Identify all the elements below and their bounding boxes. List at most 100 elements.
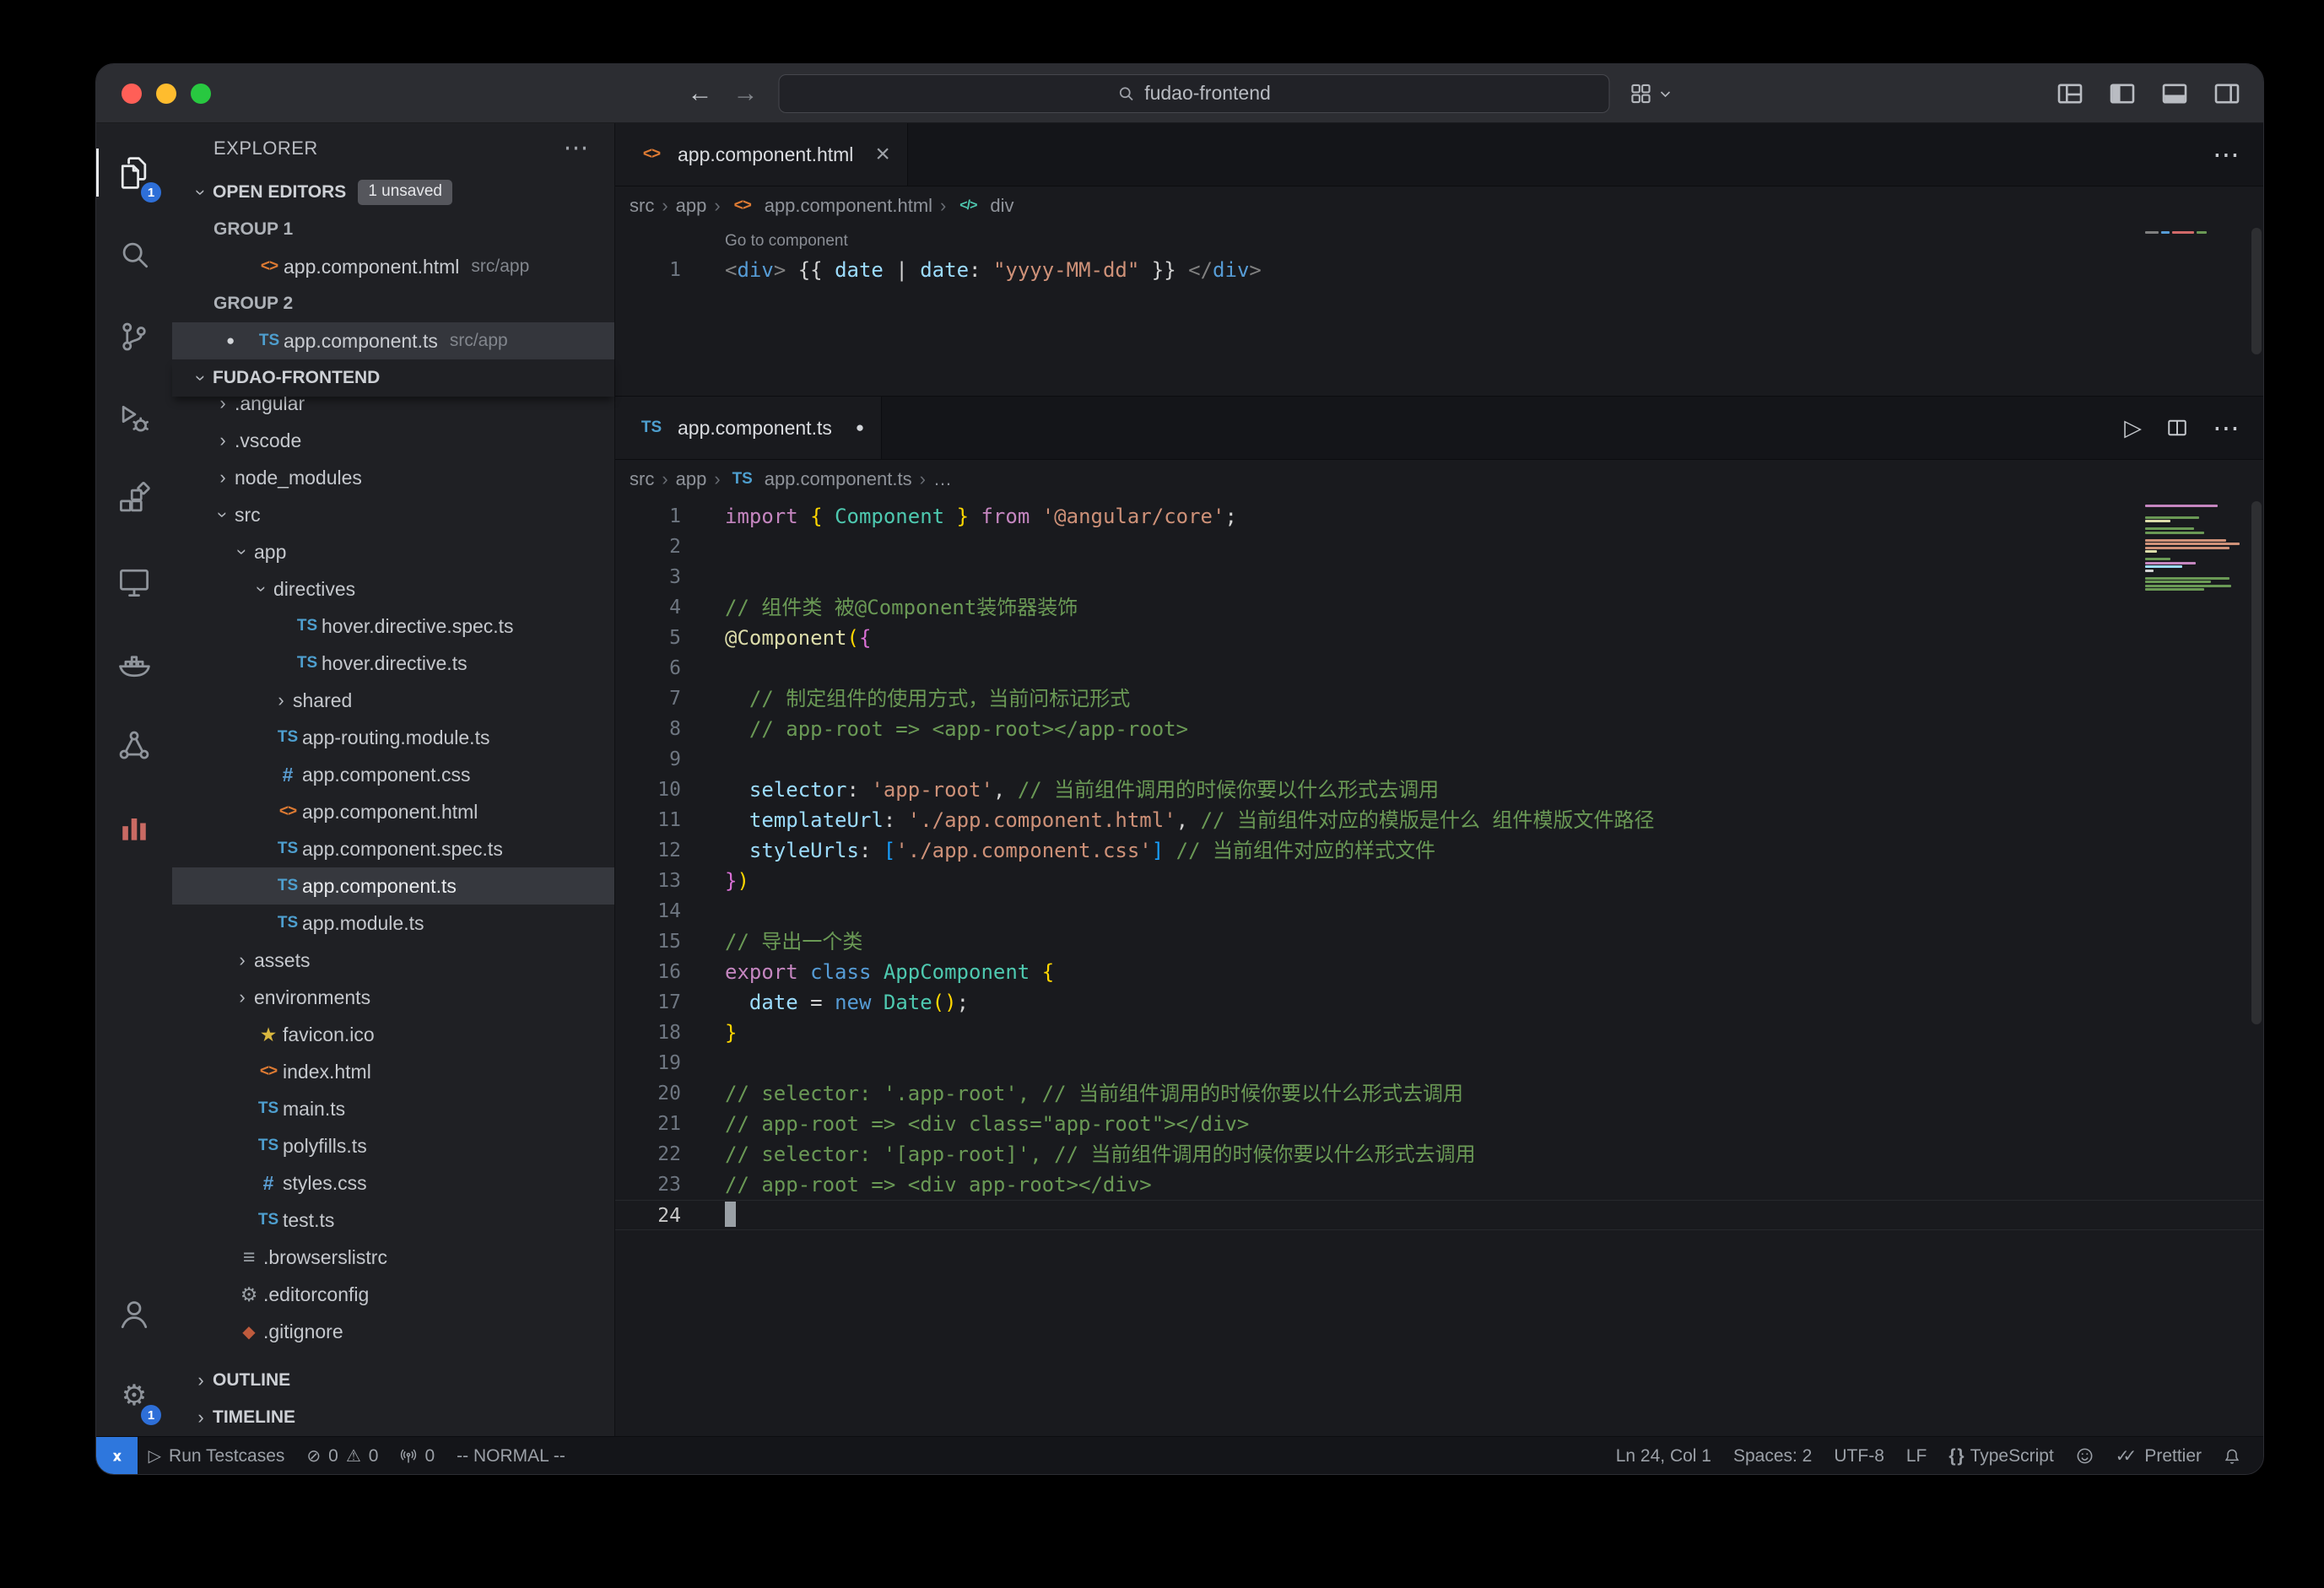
activity-extensions-button[interactable] — [96, 459, 172, 541]
line-number[interactable]: 10 — [615, 775, 681, 805]
customize-layout-button[interactable] — [2057, 83, 2083, 105]
code-line[interactable]: 23// app-root => <div app-root></div> — [615, 1169, 2263, 1200]
code-line[interactable]: 5@Component({ — [615, 623, 2263, 653]
tree-item-styles.css[interactable]: #styles.css — [172, 1164, 614, 1202]
tree-item-index.html[interactable]: <>index.html — [172, 1053, 614, 1090]
status-run-testcases[interactable]: ▷Run Testcases — [138, 1437, 296, 1475]
line-number[interactable]: 11 — [615, 805, 681, 835]
line-number[interactable]: 14 — [615, 896, 681, 926]
split-editor-button[interactable] — [2167, 418, 2187, 438]
zoom-window-button[interactable] — [191, 84, 211, 104]
code-line[interactable]: 12 styleUrls: ['./app.component.css'] //… — [615, 835, 2263, 866]
breadcrumb-item[interactable]: app — [676, 195, 707, 217]
activity-run-debug-button[interactable] — [96, 377, 172, 459]
status-prettier[interactable]: ✓✓Prettier — [2105, 1437, 2213, 1475]
line-number[interactable]: 5 — [615, 623, 681, 653]
code-line[interactable]: 24 — [615, 1200, 2263, 1230]
activity-chart-button[interactable] — [96, 786, 172, 868]
tree-item-app[interactable]: ›app — [172, 533, 614, 570]
line-number[interactable]: 15 — [615, 926, 681, 957]
code-line[interactable]: 21// app-root => <div class="app-root"><… — [615, 1109, 2263, 1139]
tree-item-directives[interactable]: ›directives — [172, 570, 614, 608]
line-number[interactable]: 9 — [615, 744, 681, 775]
code-line[interactable]: 17 date = new Date(); — [615, 987, 2263, 1018]
code-line[interactable]: 7 // 制定组件的使用方式，当前问标记形式 — [615, 683, 2263, 714]
activity-settings-button[interactable]: ⚙1 — [96, 1354, 172, 1436]
tree-item-main.ts[interactable]: TSmain.ts — [172, 1090, 614, 1127]
line-number[interactable]: 1 — [615, 501, 681, 532]
toggle-panel-button[interactable] — [2162, 83, 2187, 105]
code-line[interactable]: 14 — [615, 896, 2263, 926]
tree-item-.editorconfig[interactable]: ⚙.editorconfig — [172, 1276, 614, 1313]
line-number[interactable]: 13 — [615, 866, 681, 896]
line-number[interactable]: 19 — [615, 1048, 681, 1078]
tree-item-app.component.ts[interactable]: TSapp.component.ts — [172, 867, 614, 905]
tree-item-.gitignore[interactable]: ◆.gitignore — [172, 1313, 614, 1350]
status-language[interactable]: { }TypeScript — [1938, 1437, 2064, 1475]
breadcrumb-item[interactable]: app — [676, 468, 707, 490]
outline-section-header[interactable]: › OUTLINE — [172, 1362, 614, 1399]
line-number[interactable]: 24 — [615, 1201, 681, 1231]
activity-kubernetes-button[interactable] — [96, 705, 172, 786]
minimap[interactable] — [2145, 231, 2245, 235]
close-window-button[interactable] — [122, 84, 142, 104]
tree-item-.browserslistrc[interactable]: ≡.browserslistrc — [172, 1239, 614, 1276]
status-notifications[interactable] — [2213, 1437, 2251, 1475]
breadcrumb-item[interactable]: src — [630, 195, 654, 217]
line-number[interactable]: 3 — [615, 562, 681, 592]
code-line[interactable]: 1<div> {{ date | date: "yyyy-MM-dd" }} <… — [615, 255, 2263, 285]
line-number[interactable]: 1 — [615, 255, 681, 285]
status-ports[interactable]: 0 — [389, 1437, 446, 1475]
code-line[interactable]: 10 selector: 'app-root', // 当前组件调用的时候你要以… — [615, 775, 2263, 805]
modified-dot-icon[interactable]: ● — [856, 419, 864, 436]
code-line[interactable]: 15// 导出一个类 — [615, 926, 2263, 957]
remote-indicator[interactable]: ›‹ — [96, 1437, 138, 1475]
status-encoding[interactable]: UTF-8 — [1823, 1437, 1895, 1475]
breadcrumb-item[interactable]: </>div — [954, 195, 1013, 217]
timeline-section-header[interactable]: › TIMELINE — [172, 1399, 614, 1436]
code-line[interactable]: 1import { Component } from '@angular/cor… — [615, 501, 2263, 532]
code-line[interactable]: 19 — [615, 1048, 2263, 1078]
editor-typescript[interactable]: 1import { Component } from '@angular/cor… — [615, 498, 2263, 1436]
scrollbar[interactable] — [2251, 228, 2262, 354]
line-number[interactable]: 6 — [615, 653, 681, 683]
line-number[interactable]: 8 — [615, 714, 681, 744]
run-file-button[interactable]: ▷ — [2124, 417, 2142, 440]
tree-item-shared[interactable]: ›shared — [172, 682, 614, 719]
scrollbar[interactable] — [2251, 501, 2262, 1024]
code-line[interactable]: 8 // app-root => <app-root></app-root> — [615, 714, 2263, 744]
status-feedback[interactable] — [2065, 1437, 2105, 1475]
go-to-component-lens[interactable]: Go to component — [615, 228, 2263, 255]
line-number[interactable]: 18 — [615, 1018, 681, 1048]
line-number[interactable]: 2 — [615, 532, 681, 562]
line-number[interactable]: 12 — [615, 835, 681, 866]
code-line[interactable]: 2 — [615, 532, 2263, 562]
code-line[interactable]: 9 — [615, 744, 2263, 775]
tree-item-app.module.ts[interactable]: TSapp.module.ts — [172, 905, 614, 942]
tab-app-component-ts[interactable]: TS app.component.ts ● — [615, 397, 882, 459]
line-number[interactable]: 21 — [615, 1109, 681, 1139]
tree-item-favicon.ico[interactable]: ★favicon.ico — [172, 1016, 614, 1053]
code-line[interactable]: 3 — [615, 562, 2263, 592]
tree-item-test.ts[interactable]: TStest.ts — [172, 1202, 614, 1239]
code-line[interactable]: 13}) — [615, 866, 2263, 896]
toggle-primary-sidebar-button[interactable] — [2110, 83, 2135, 105]
code-line[interactable]: 16export class AppComponent { — [615, 957, 2263, 987]
code-line[interactable]: 22// selector: '[app-root]', // 当前组件调用的时… — [615, 1139, 2263, 1169]
minimap[interactable] — [2145, 505, 2245, 596]
activity-remote-explorer-button[interactable] — [96, 541, 172, 623]
tree-item-hover.directive.spec.ts[interactable]: TShover.directive.spec.ts — [172, 608, 614, 645]
activity-docker-button[interactable] — [96, 623, 172, 705]
code-line[interactable]: 4// 组件类 被@Component装饰器装饰 — [615, 592, 2263, 623]
tree-item-.vscode[interactable]: ›.vscode — [172, 422, 614, 459]
activity-account-button[interactable] — [96, 1272, 172, 1354]
line-number[interactable]: 23 — [615, 1169, 681, 1200]
breadcrumb-item[interactable]: … — [933, 468, 952, 490]
project-section-header[interactable]: › FUDAO-FRONTEND — [172, 359, 614, 397]
line-number[interactable]: 7 — [615, 683, 681, 714]
code-line[interactable]: 11 templateUrl: './app.component.html', … — [615, 805, 2263, 835]
command-center-search[interactable]: fudao-frontend — [779, 74, 1610, 113]
tree-item-app.component.spec.ts[interactable]: TSapp.component.spec.ts — [172, 830, 614, 867]
tree-item-environments[interactable]: ›environments — [172, 979, 614, 1016]
tree-item-hover.directive.ts[interactable]: TShover.directive.ts — [172, 645, 614, 682]
